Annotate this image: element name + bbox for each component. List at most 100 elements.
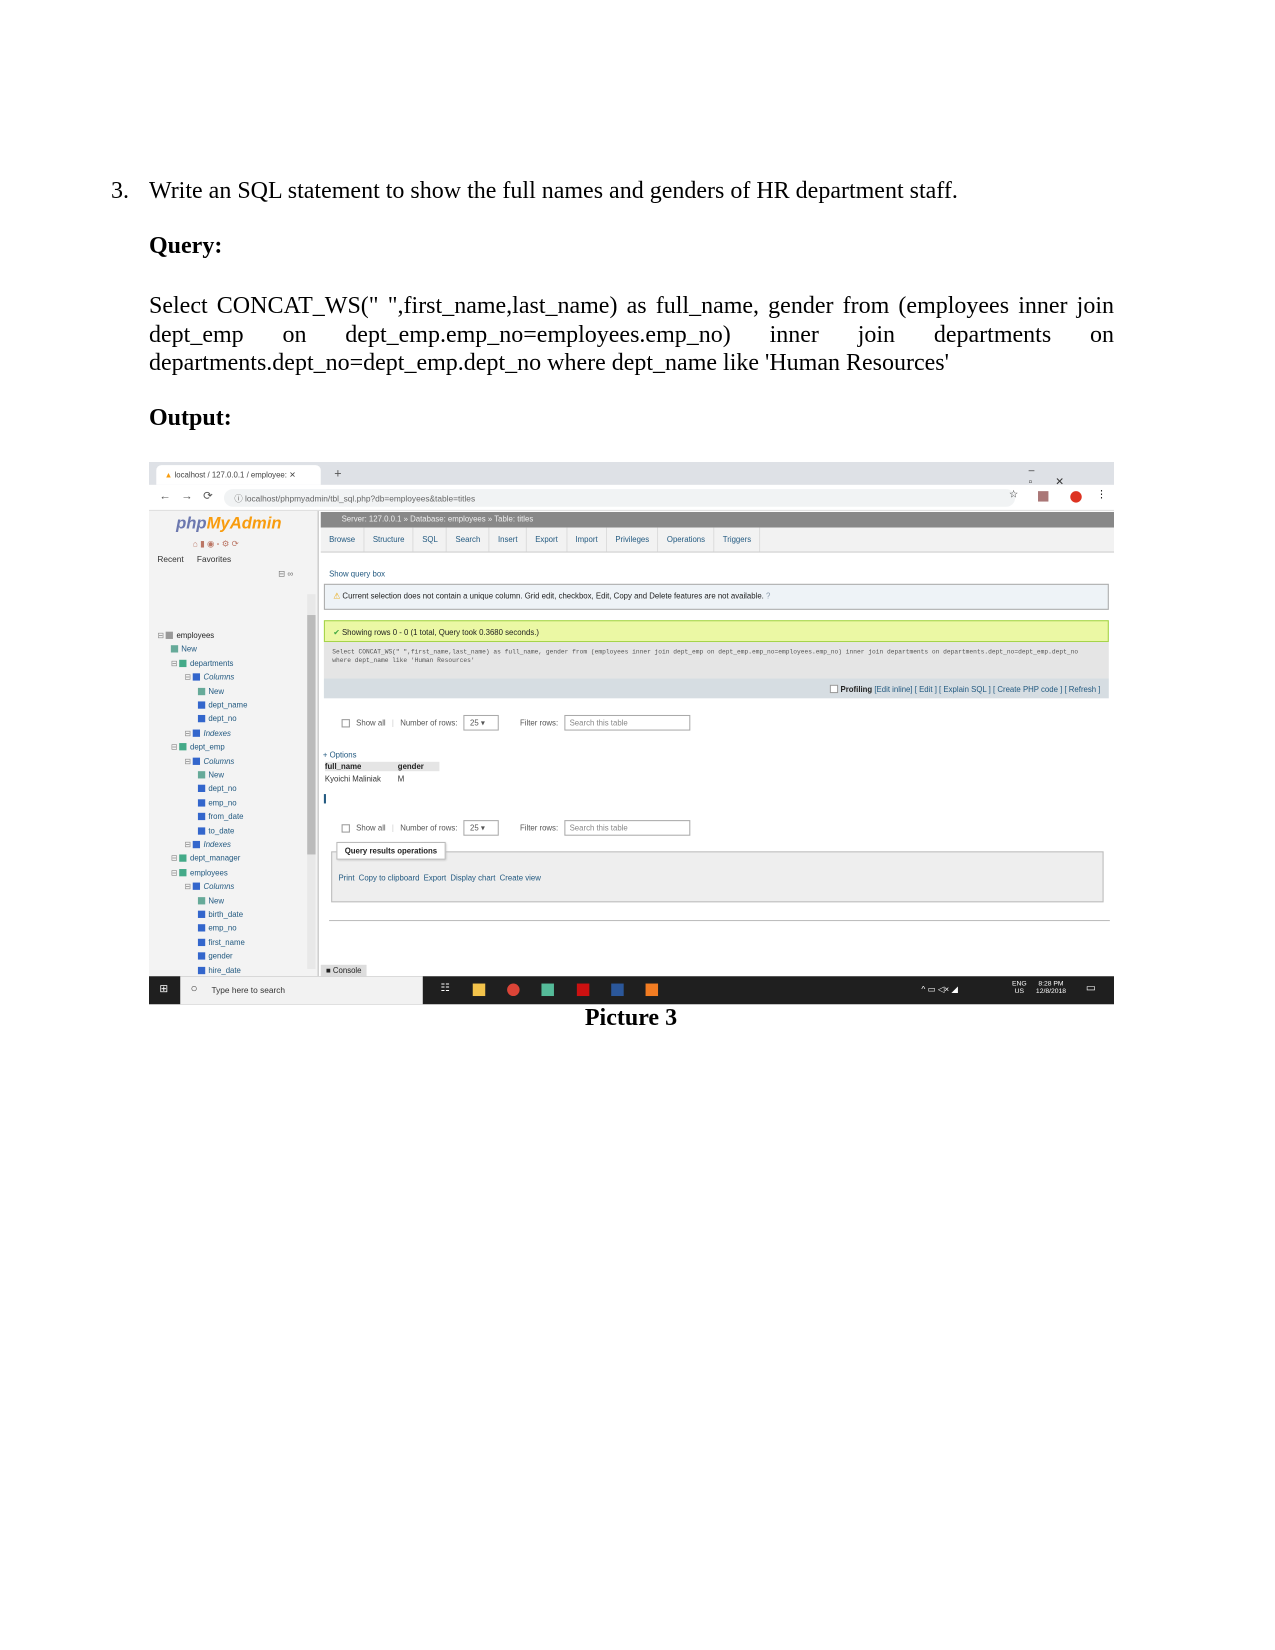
taskbar-search[interactable]: ○ Type here to search [180, 976, 423, 1005]
tab-import[interactable]: Import [567, 527, 607, 552]
profile-avatar[interactable] [1070, 491, 1082, 503]
tray-icons[interactable]: ^ ▭ ◁× ◢ [921, 985, 957, 994]
tree-item[interactable]: ⊟ Indexes [184, 840, 230, 854]
browser-tab[interactable]: ▲ localhost / 127.0.0.1 / employee: ✕ [156, 465, 321, 485]
show-all-checkbox[interactable] [341, 718, 350, 727]
query-results-operations: Print Copy to clipboard Export Display char… [331, 851, 1104, 903]
tree-item[interactable]: gender [197, 951, 233, 965]
options-link[interactable]: + Options [323, 750, 357, 759]
tab-insert[interactable]: Insert [490, 527, 527, 552]
show-query-box-link[interactable]: Show query box [329, 569, 385, 578]
tab-search[interactable]: Search [447, 527, 490, 552]
word-icon[interactable] [611, 983, 624, 997]
bookmark-star-icon[interactable]: ☆ [1009, 489, 1018, 500]
windows-start-icon[interactable]: ⊞ [159, 984, 168, 995]
op-print[interactable]: Print [338, 873, 354, 882]
tab-operations[interactable]: Operations [659, 527, 715, 552]
pma-sidebar: phpMyAdmin ⌂ ▮ ◉ ▫ ⚙ ⟳ Recent Favorites … [149, 510, 319, 1003]
tree-item[interactable]: ⊟ dept_emp [171, 742, 225, 756]
new-icon [197, 687, 206, 695]
tree-item[interactable]: ⊟ Columns [184, 756, 234, 770]
tab-privileges[interactable]: Privileges [607, 527, 659, 552]
new-icon [197, 771, 206, 779]
xampp-icon[interactable] [645, 983, 659, 997]
collapse-link-icon[interactable]: ⊟ ∞ [278, 569, 293, 578]
tree-item[interactable]: ⊟ Indexes [184, 728, 230, 742]
tab-recent[interactable]: Recent [157, 555, 183, 564]
tab-export[interactable]: Export [527, 527, 568, 552]
col-icon [197, 715, 206, 723]
notepad-icon[interactable] [541, 983, 554, 997]
col-icon [197, 938, 206, 946]
acrobat-icon[interactable] [576, 983, 590, 997]
tab-structure[interactable]: Structure [365, 527, 414, 552]
query-heading: Query: [149, 233, 223, 259]
tree-item[interactable]: dept_name [197, 700, 247, 714]
pma-logo[interactable]: phpMyAdmin [176, 515, 281, 534]
profiling-checkbox[interactable] [830, 684, 839, 694]
close-tab-icon[interactable]: ✕ [289, 470, 296, 479]
tree-item[interactable]: ⊟ Columns [184, 882, 234, 896]
new-icon [170, 645, 179, 653]
rows-select[interactable]: 25 ▾ [463, 714, 500, 731]
notifications-icon[interactable]: ▭ [1086, 983, 1096, 994]
expand-icon: ⊟ [184, 672, 194, 682]
new-tab-button[interactable]: + [334, 466, 341, 481]
expand-icon: ⊟ [184, 839, 194, 850]
browser-tab-bar: ▲ localhost / 127.0.0.1 / employee: ✕ + … [149, 462, 1115, 488]
url-text: localhost/phpmyadmin/tbl_sql.php?db=empl… [245, 494, 476, 504]
column-header-gender[interactable]: gender [398, 762, 440, 771]
pdf-extension-icon[interactable] [1038, 491, 1049, 502]
tree-item[interactable]: emp_no [197, 798, 237, 812]
address-bar-row: ←→⟳ ⓘ localhost/phpmyadmin/tbl_sql.php?d… [149, 484, 1115, 511]
filter-input[interactable]: Search this table [564, 714, 691, 731]
column-header-full-name[interactable]: full_name [325, 762, 398, 771]
language-indicator[interactable]: ENG US [1012, 980, 1027, 995]
tree-item[interactable]: ⊟ employees [171, 868, 228, 882]
menu-icon[interactable]: ⋮ [1096, 489, 1106, 500]
tree-item[interactable]: New [197, 896, 224, 910]
tab-browse[interactable]: Browse [321, 527, 365, 552]
table-tabs: Browse Structure SQL Search Insert Export Impo… [320, 527, 1115, 553]
tab-triggers[interactable]: Triggers [714, 527, 761, 552]
filter-input[interactable]: Search this table [564, 820, 691, 836]
tree-item[interactable]: birth_date [197, 910, 243, 924]
tree-item[interactable]: from_date [197, 812, 244, 826]
sidebar-scrollbar[interactable] [307, 594, 316, 969]
tree-item[interactable]: emp_no [197, 924, 237, 938]
sidebar-icons[interactable]: ⌂ ▮ ◉ ▫ ⚙ ⟳ [193, 539, 239, 548]
tree-item[interactable]: New [170, 645, 197, 659]
tree-item[interactable]: ⊟ Columns [184, 672, 234, 686]
tree-item[interactable]: dept_no [197, 784, 237, 798]
tree-item[interactable]: first_name [197, 938, 245, 952]
url-input[interactable]: ⓘ localhost/phpmyadmin/tbl_sql.php?db=em… [223, 489, 1016, 507]
nav-buttons[interactable]: ←→⟳ [159, 489, 223, 502]
col-icon [197, 785, 206, 793]
tab-favorites[interactable]: Favorites [197, 555, 231, 564]
tree-item[interactable]: ⊟ employees [157, 631, 214, 645]
tree-item[interactable]: ⊟ dept_manager [171, 854, 240, 868]
file-explorer-icon[interactable] [472, 983, 486, 997]
op-export[interactable]: Export [424, 873, 447, 882]
tree-item[interactable]: New [197, 770, 224, 784]
tree-item[interactable]: to_date [197, 826, 234, 840]
clock[interactable]: 8:28 PM 12/8/2018 [1036, 980, 1066, 995]
chrome-icon[interactable] [507, 983, 520, 997]
profiling-links[interactable]: [Edit inline] [ Edit ] [ Explain SQL ] [… [874, 685, 1100, 694]
tab-sql[interactable]: SQL [414, 527, 448, 552]
breadcrumb[interactable]: Server: 127.0.0.1 » Database: employees … [320, 511, 1115, 528]
col-icon [197, 966, 206, 974]
tree-item[interactable]: ⊟ departments [171, 659, 234, 673]
rows-select[interactable]: 25 ▾ [463, 820, 500, 836]
tree-item[interactable]: dept_no [197, 714, 237, 728]
op-display-chart[interactable]: Display chart [450, 873, 495, 882]
show-all-checkbox[interactable] [341, 823, 350, 833]
op-create-view[interactable]: Create view [500, 873, 541, 882]
task-view-icon[interactable]: ☷ [440, 983, 449, 994]
table-row: Kyoichi Maliniak M [324, 774, 405, 784]
expand-icon: ⊟ [184, 728, 194, 738]
table-icon [179, 659, 187, 667]
op-copy-to-clipboard[interactable]: Copy to clipboard [359, 873, 420, 882]
tree-item[interactable]: New [197, 686, 224, 700]
console-tab[interactable]: ■ Console [320, 964, 367, 977]
